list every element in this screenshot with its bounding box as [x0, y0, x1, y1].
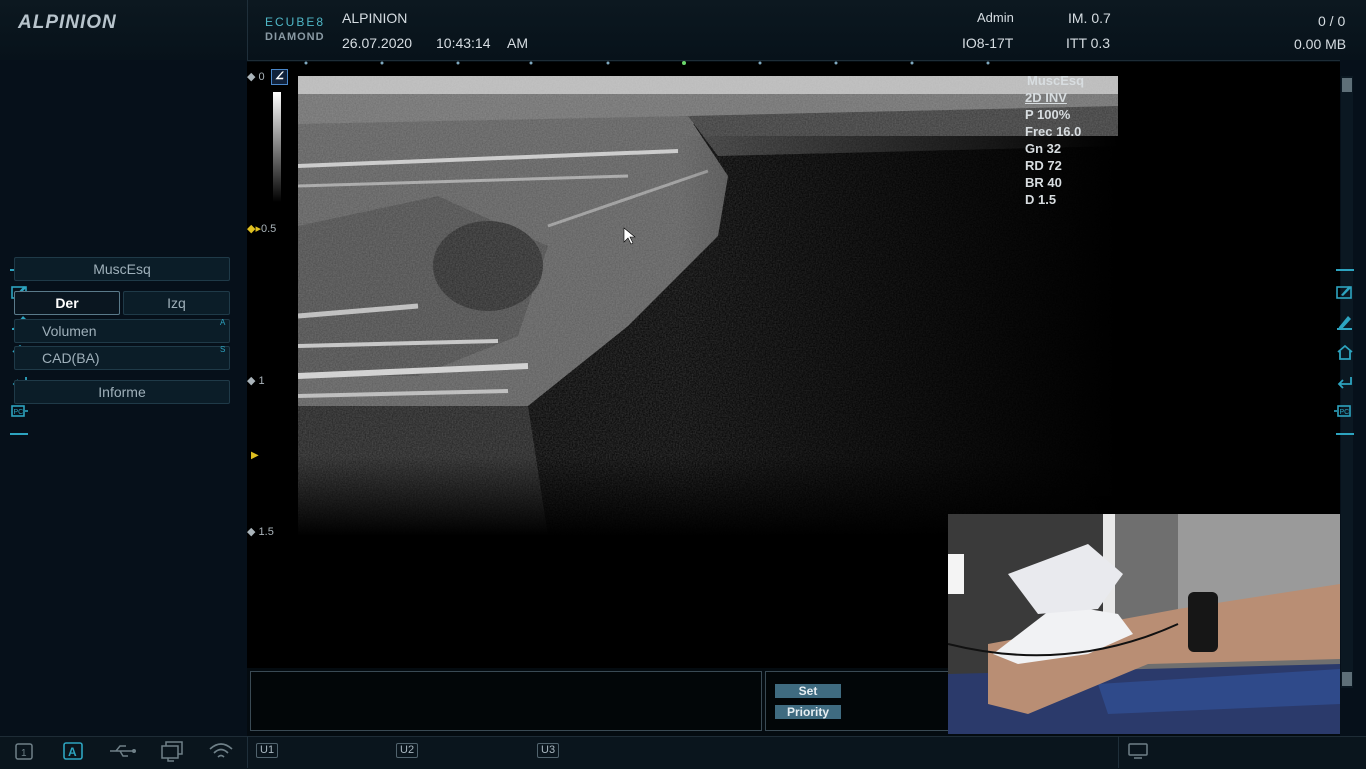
right-panel-handle	[1336, 269, 1354, 271]
svg-text:PC: PC	[14, 409, 24, 416]
imaging-parameters: MuscEsq 2D INV P 100% Frec 16.0 Gn 32 RD…	[1025, 72, 1084, 208]
monitor-icon[interactable]: 1	[14, 741, 34, 761]
camera-video-inset	[948, 514, 1340, 734]
probe-name: IO8-17T	[962, 35, 1014, 51]
return-icon-right[interactable]	[1336, 374, 1354, 390]
ultrasound-image	[298, 76, 1118, 536]
volume-label: Volumen	[42, 323, 97, 339]
right-panel-handle-bottom	[1336, 433, 1354, 435]
side-right-button[interactable]: Der	[14, 291, 120, 315]
cad-shortcut: S	[220, 345, 226, 354]
bottom-bar	[0, 736, 1366, 769]
priority-button[interactable]: Priority	[775, 705, 841, 719]
depth-mark-1: 1	[258, 375, 265, 387]
screen-icon[interactable]	[1127, 742, 1149, 760]
set-button[interactable]: Set	[775, 684, 841, 698]
mechanical-index: IM. 0.7	[1068, 10, 1111, 26]
image-count: 0 / 0	[1318, 13, 1346, 29]
user-key-u1[interactable]: U1	[256, 743, 279, 758]
user-key-u3[interactable]: U3	[537, 743, 560, 758]
model-logo-line1: ECUBE8	[265, 15, 326, 29]
network-icon[interactable]	[160, 740, 186, 762]
panel-handle-bottom	[10, 433, 28, 435]
header-divider	[247, 0, 248, 60]
preset-button[interactable]: MuscEsq	[14, 257, 230, 281]
user-name: Admin	[977, 10, 1014, 25]
top-bar	[0, 0, 1366, 61]
exam-date: 26.07.2020	[342, 35, 413, 51]
depth-mark-0: 0	[258, 71, 265, 83]
depth-mark: ◆ 0	[247, 71, 265, 83]
home-icon-right[interactable]	[1336, 344, 1354, 360]
institution-name: ALPINION	[342, 10, 408, 26]
param-depth: D 1.5	[1025, 192, 1057, 207]
pc-icon[interactable]: PC	[11, 404, 29, 420]
thermal-index: ITT 0.3	[1066, 35, 1111, 51]
depth-mark-15: 1.5	[258, 526, 274, 538]
depth-mark: ◆▸0.5	[247, 223, 277, 235]
pc-icon-right[interactable]: PC	[1333, 404, 1351, 420]
edit-screen-icon-right[interactable]	[1336, 284, 1354, 300]
orientation-marker-icon: ∠	[271, 69, 288, 85]
svg-text:A: A	[68, 745, 77, 759]
volume-shortcut: A	[220, 318, 226, 327]
top-focus-ruler	[304, 61, 990, 65]
cad-button[interactable]: CAD(BA)	[14, 346, 230, 370]
svg-text:1: 1	[21, 748, 27, 759]
message-box	[250, 671, 762, 731]
param-mode: 2D INV	[1025, 90, 1067, 105]
depth-mark: ◆ 1.5	[247, 526, 274, 538]
report-button[interactable]: Informe	[14, 380, 230, 404]
wifi-icon[interactable]	[208, 741, 234, 761]
footer-divider	[247, 736, 248, 768]
user-key-u2[interactable]: U2	[396, 743, 419, 758]
param-frequency: Frec 16.0	[1025, 124, 1082, 139]
volume-button[interactable]: Volumen	[14, 319, 230, 343]
param-brightness: BR 40	[1025, 175, 1062, 190]
focus-marker-icon[interactable]: ▶	[251, 450, 259, 461]
depth-mark-05: 0.5	[260, 223, 277, 235]
set-priority-box	[765, 671, 952, 731]
auto-icon[interactable]: A	[62, 741, 84, 761]
depth-mark: ◆ 1	[247, 375, 265, 387]
param-gain: Gn 32	[1025, 141, 1062, 156]
exam-ampm: AM	[507, 35, 528, 51]
exam-time: 10:43:14	[436, 35, 491, 51]
pencil-icon-right[interactable]	[1336, 314, 1354, 330]
cad-label: CAD(BA)	[42, 350, 100, 366]
usb-icon[interactable]	[108, 744, 138, 758]
brand-logo: ALPINION	[18, 12, 117, 33]
param-preset: MuscEsq	[1027, 73, 1085, 88]
footer-divider-right	[1118, 736, 1119, 768]
param-power: P 100%	[1025, 107, 1071, 122]
model-logo-line2: DIAMOND	[265, 31, 325, 43]
grayscale-bar	[273, 92, 281, 202]
param-dynamic-range: RD 72	[1025, 158, 1062, 173]
side-left-button[interactable]: Izq	[123, 291, 230, 315]
svg-text:PC: PC	[1340, 409, 1350, 416]
storage-size: 0.00 MB	[1294, 36, 1347, 52]
